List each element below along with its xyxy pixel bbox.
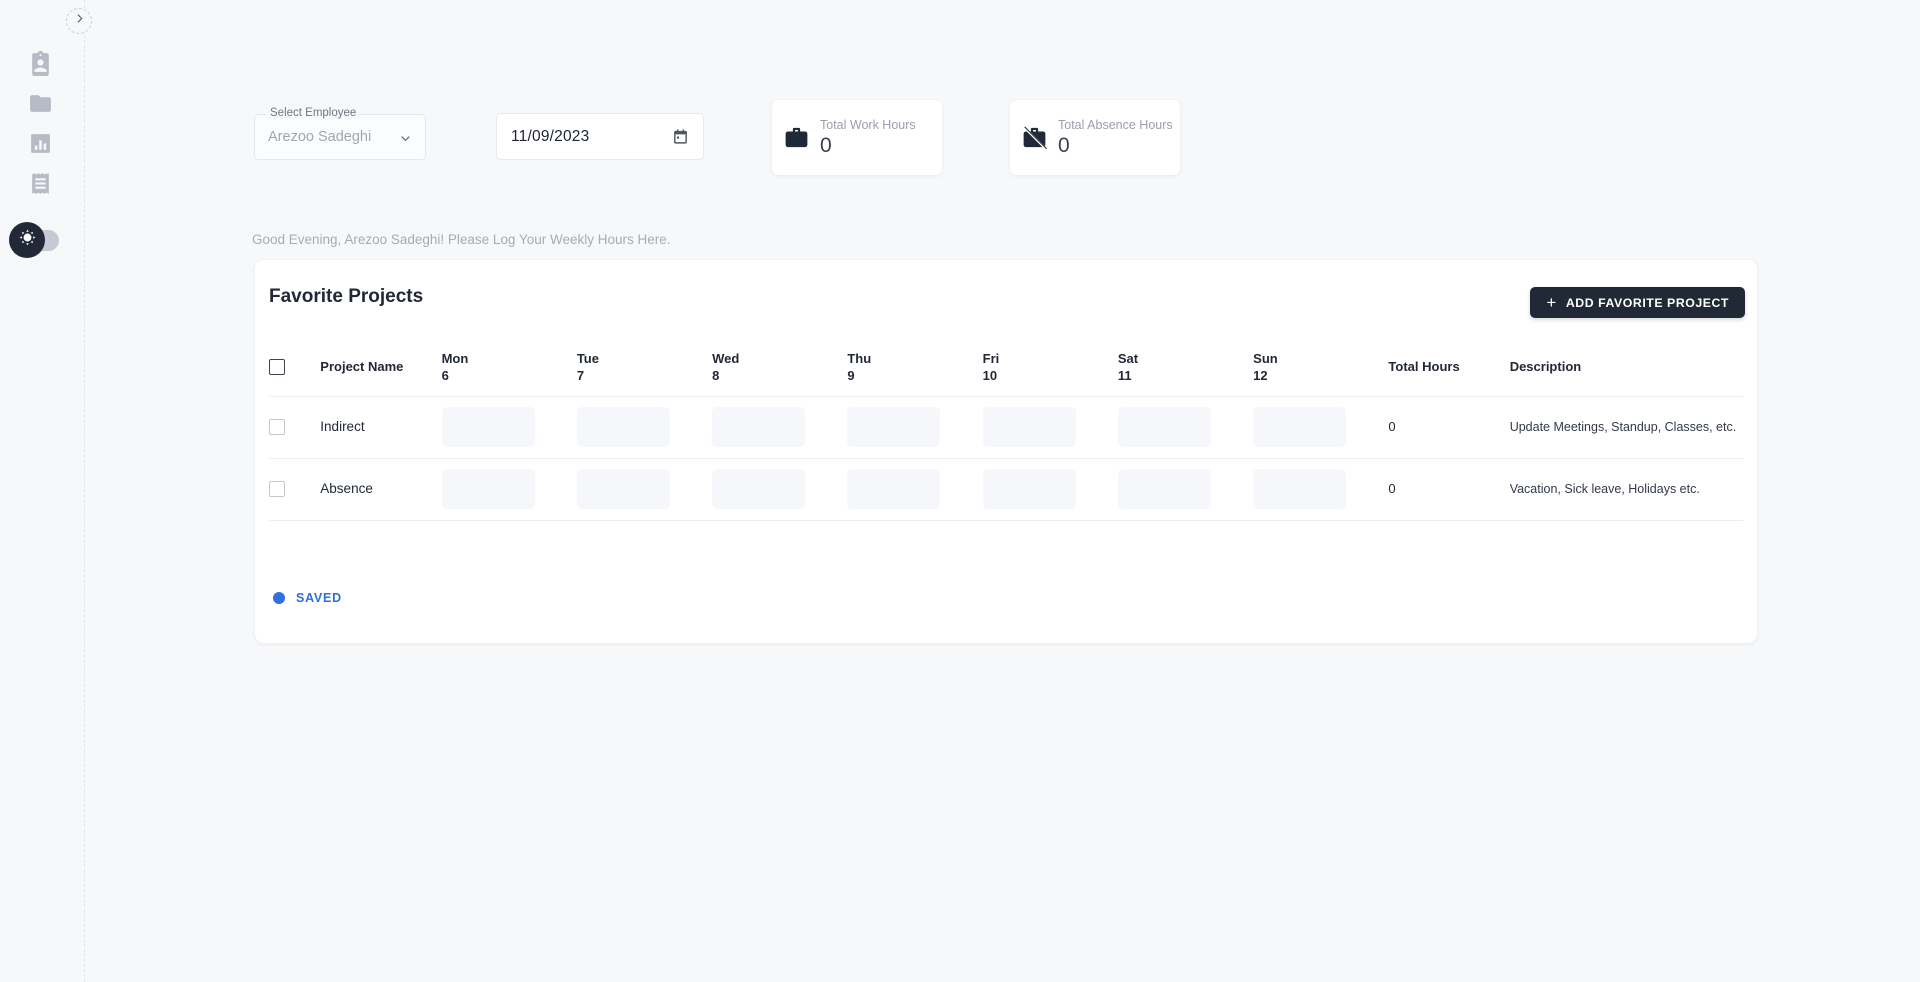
theme-toggle[interactable]	[9, 222, 59, 258]
header-day-sat: Sat 11	[1117, 350, 1139, 383]
hours-cell-wed	[712, 458, 847, 520]
row-description: Vacation, Sick leave, Holidays etc.	[1509, 481, 1700, 496]
hours-input-tue[interactable]	[576, 407, 670, 447]
sun-icon	[18, 228, 37, 252]
briefcase-off-icon	[1010, 123, 1058, 152]
receipt-icon	[28, 171, 53, 201]
employee-select[interactable]: Select Employee Arezoo Sadeghi	[254, 107, 426, 160]
calendar-icon[interactable]	[672, 128, 689, 150]
stat-card-total-absence-hours: Total Absence Hours 0	[1010, 100, 1180, 175]
sidebar	[0, 0, 92, 982]
header-description: Description	[1509, 358, 1582, 374]
timesheet-table-head: Project Name Mon 6 Tue 7 Wed 8 Thu 9 Fri…	[269, 338, 1743, 396]
row-total-hours: 0	[1388, 481, 1396, 496]
briefcase-icon	[772, 123, 820, 152]
chevron-right-icon	[73, 12, 86, 30]
hours-input-thu[interactable]	[847, 407, 941, 447]
plus-icon: +	[1546, 293, 1557, 312]
hours-input-sun[interactable]	[1253, 469, 1347, 509]
hours-input-thu[interactable]	[847, 469, 941, 509]
hours-cell-tue	[576, 396, 712, 458]
header-day-thu: Thu 9	[847, 350, 872, 383]
hours-cell-tue	[576, 458, 712, 520]
badge-account-icon	[28, 51, 53, 81]
employee-select-label: Select Employee	[266, 107, 361, 119]
status-badge: SAVED	[273, 591, 342, 605]
hours-input-fri[interactable]	[982, 407, 1076, 447]
timesheet-table: Project Name Mon 6 Tue 7 Wed 8 Thu 9 Fri…	[269, 338, 1743, 521]
sidebar-item-reports[interactable]	[22, 128, 58, 164]
hours-input-sat[interactable]	[1117, 407, 1211, 447]
row-checkbox[interactable]	[269, 419, 285, 435]
hours-input-fri[interactable]	[982, 469, 1076, 509]
hours-input-mon[interactable]	[441, 407, 535, 447]
bar-chart-icon	[28, 131, 53, 161]
date-input[interactable]: 11/09/2023	[496, 113, 704, 160]
hours-cell-sat	[1117, 396, 1253, 458]
header-day-mon: Mon 6	[441, 350, 469, 383]
header-day-fri: Fri 10	[982, 350, 1000, 383]
header-project-name: Project Name	[320, 358, 404, 374]
stat-card-total-work-hours: Total Work Hours 0	[772, 100, 942, 175]
hours-input-wed[interactable]	[712, 407, 806, 447]
favorite-projects-card: Favorite Projects + ADD FAVORITE PROJECT…	[255, 260, 1757, 643]
hours-cell-sat	[1117, 458, 1253, 520]
hours-cell-fri	[982, 458, 1118, 520]
hours-input-sun[interactable]	[1253, 407, 1347, 447]
stat-value: 0	[820, 133, 832, 157]
page-title: Favorite Projects	[269, 286, 424, 307]
stat-caption: Total Absence Hours	[1058, 117, 1173, 132]
add-favorite-project-button[interactable]: + ADD FAVORITE PROJECT	[1530, 287, 1745, 318]
table-row: Absence 0 Vacation, Sick leave, Holidays…	[269, 458, 1743, 520]
hours-input-sat[interactable]	[1117, 469, 1211, 509]
row-select-cell	[269, 458, 320, 520]
select-all-checkbox[interactable]	[269, 358, 285, 375]
hours-cell-wed	[712, 396, 847, 458]
hours-cell-mon	[441, 458, 577, 520]
hours-cell-fri	[982, 396, 1118, 458]
hours-cell-sun	[1253, 396, 1388, 458]
header-day-tue: Tue 7	[576, 350, 599, 383]
hours-input-tue[interactable]	[576, 469, 670, 509]
row-total-hours: 0	[1388, 419, 1396, 434]
date-input-value: 11/09/2023	[511, 127, 590, 145]
hours-input-mon[interactable]	[441, 469, 535, 509]
row-project-name: Indirect	[320, 419, 365, 434]
row-description: Update Meetings, Standup, Classes, etc.	[1509, 419, 1737, 434]
row-select-cell	[269, 396, 320, 458]
sidebar-collapse-button[interactable]	[66, 8, 92, 34]
hours-input-wed[interactable]	[712, 469, 806, 509]
sidebar-item-projects-folder[interactable]	[22, 88, 58, 124]
row-project-name: Absence	[320, 481, 373, 496]
chevron-down-icon[interactable]	[398, 131, 413, 151]
stat-value: 0	[1058, 133, 1070, 157]
row-checkbox[interactable]	[269, 481, 285, 497]
table-row: Indirect 0 Update Meetings, Standup, Cla…	[269, 396, 1743, 458]
select-all-cell	[269, 338, 320, 396]
hours-cell-thu	[847, 396, 982, 458]
header-day-sun: Sun 12	[1253, 350, 1278, 383]
table-header-row: Project Name Mon 6 Tue 7 Wed 8 Thu 9 Fri…	[269, 338, 1743, 396]
header-total-hours: Total Hours	[1388, 358, 1460, 374]
sidebar-item-employee-badge[interactable]	[22, 48, 58, 84]
add-favorite-project-label: ADD FAVORITE PROJECT	[1565, 295, 1729, 310]
timesheet-table-body: Indirect 0 Update Meetings, Standup, Cla…	[269, 396, 1743, 520]
employee-select-value: Arezoo Sadeghi	[268, 129, 372, 145]
status-dot-icon	[273, 592, 285, 604]
sidebar-item-invoices[interactable]	[22, 168, 58, 204]
theme-toggle-knob[interactable]	[9, 222, 45, 258]
stat-caption: Total Work Hours	[820, 117, 916, 132]
hours-cell-sun	[1253, 458, 1388, 520]
folder-icon	[28, 91, 53, 121]
greeting-text: Good Evening, Arezoo Sadeghi! Please Log…	[252, 232, 671, 247]
hours-cell-thu	[847, 458, 982, 520]
status-label: SAVED	[296, 591, 342, 605]
hours-cell-mon	[441, 396, 577, 458]
header-day-wed: Wed 8	[712, 350, 740, 383]
